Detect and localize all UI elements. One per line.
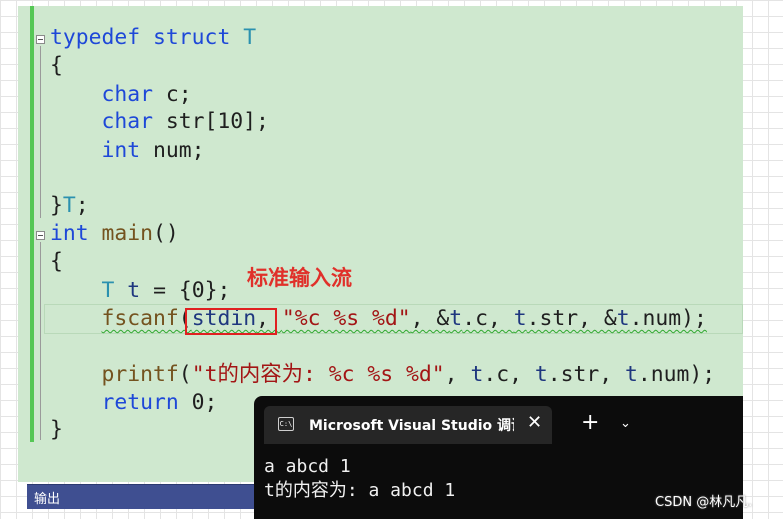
code-text: 0; <box>178 390 218 415</box>
format-string: "t的内容为: %c %s %d" <box>191 362 445 387</box>
keyword: return <box>101 390 179 415</box>
chevron-down-icon[interactable]: ⌄ <box>620 416 631 431</box>
terminal-output-line: a abcd 1 <box>264 456 351 477</box>
output-panel-tab[interactable]: 输出 <box>27 484 260 509</box>
watermark: CSDN @林凡凡. <box>655 495 753 510</box>
code-text: , & <box>410 306 450 331</box>
brace: } <box>50 193 63 218</box>
function-name: main <box>101 221 154 246</box>
code-text: .c, <box>483 362 535 387</box>
code-line-10[interactable]: T t = {0}; <box>50 277 231 305</box>
function-name: printf <box>101 362 179 387</box>
code-line-7[interactable]: }T; <box>50 192 89 220</box>
variable: t <box>534 362 548 387</box>
change-indicator-bar <box>30 6 34 442</box>
terminal-tab-title: Microsoft Visual Studio 调试控制台 <box>309 418 514 434</box>
code-line-9[interactable]: { <box>50 248 63 276</box>
annotation-label: 标准输入流 <box>247 266 352 290</box>
variable: t <box>449 306 463 331</box>
brace: { <box>50 249 63 274</box>
fold-toggle-main-icon[interactable] <box>36 231 45 240</box>
new-tab-button[interactable]: + <box>581 412 599 434</box>
variable: t <box>127 278 141 303</box>
fold-guide-line <box>40 242 41 440</box>
variable: t <box>470 362 484 387</box>
code-text: = {0}; <box>140 278 231 303</box>
type-name: T <box>243 25 257 50</box>
terminal-output-line: t的内容为: a abcd 1 <box>264 480 456 501</box>
code-text: str[10]; <box>153 109 269 134</box>
paren: ( <box>178 362 192 387</box>
type-name: T <box>62 193 76 218</box>
code-text: num; <box>140 138 205 163</box>
terminal-tab[interactable]: C:\ Microsoft Visual Studio 调试控制台 ✕ <box>264 406 552 444</box>
output-panel-label: 输出 <box>34 492 61 507</box>
format-string: "%c %s %d" <box>281 306 411 331</box>
code-text: , <box>444 362 471 387</box>
keyword: int <box>50 221 89 246</box>
code-line-4[interactable]: char str[10]; <box>50 108 269 136</box>
fold-guide-line <box>40 46 41 218</box>
code-line-5[interactable]: int num; <box>50 137 205 165</box>
code-text: .str, & <box>526 306 617 331</box>
type-name: T <box>101 278 115 303</box>
code-line-3[interactable]: char c; <box>50 81 192 109</box>
keyword: struct <box>153 25 231 50</box>
code-line-14[interactable]: return 0; <box>50 389 218 417</box>
fold-toggle-struct-icon[interactable] <box>36 35 45 44</box>
code-line-1[interactable]: typedef struct T <box>50 24 256 52</box>
code-line-8[interactable]: int main() <box>50 220 179 248</box>
variable: t <box>625 362 638 387</box>
code-text: c; <box>153 82 192 107</box>
close-icon[interactable]: ✕ <box>527 412 542 433</box>
stdin-highlight-box <box>185 308 277 335</box>
code-text: .str, <box>547 362 626 387</box>
brace: { <box>50 53 63 78</box>
code-line-2[interactable]: { <box>50 52 63 80</box>
code-text: () <box>153 221 179 246</box>
code-text: .num); <box>629 306 707 331</box>
keyword: typedef <box>50 25 141 50</box>
code-line-15[interactable]: } <box>50 416 63 444</box>
keyword: char <box>101 109 154 134</box>
code-text: .num); <box>637 362 716 387</box>
brace: } <box>50 417 63 442</box>
code-text: .c, <box>462 306 514 331</box>
variable: t <box>513 306 527 331</box>
code-line-11[interactable]: fscanf(stdin, "%c %s %d", &t.c, t.str, &… <box>50 305 707 333</box>
variable: t <box>616 306 630 331</box>
function-name: fscanf <box>101 306 179 331</box>
code-line-13[interactable]: printf("t的内容为: %c %s %d", t.c, t.str, t.… <box>50 361 716 389</box>
console-icon: C:\ <box>278 417 294 431</box>
semicolon: ; <box>75 193 89 218</box>
keyword: int <box>101 138 141 163</box>
keyword: char <box>101 82 154 107</box>
